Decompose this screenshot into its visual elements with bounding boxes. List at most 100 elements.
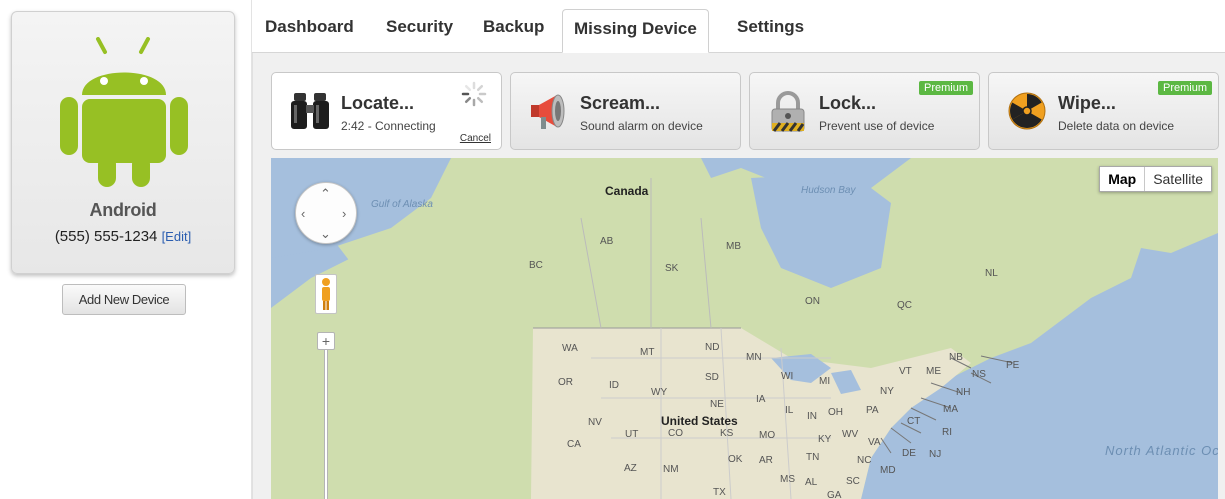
locate-title: Locate... xyxy=(341,93,415,113)
label-state: SC xyxy=(846,476,860,487)
label-state: GA xyxy=(827,490,842,499)
street-view-pegman-icon[interactable] xyxy=(315,274,337,314)
label-state: NV xyxy=(588,417,602,428)
label-state: NM xyxy=(663,464,679,475)
label-state: AL xyxy=(805,477,818,488)
label-state: WA xyxy=(562,343,578,354)
label-state: NL xyxy=(985,268,998,279)
pan-control[interactable]: ⌃ ⌄ ‹ › xyxy=(295,182,357,244)
label-state: KS xyxy=(720,428,734,439)
tab-dashboard[interactable]: Dashboard xyxy=(265,17,354,37)
label-state: NE xyxy=(710,399,724,410)
lock-subtitle: Prevent use of device xyxy=(819,119,935,133)
label-state: KY xyxy=(818,434,832,445)
megaphone-icon xyxy=(531,94,565,129)
tab-missing-device[interactable]: Missing Device xyxy=(562,9,709,53)
device-phone: (555) 555-1234 xyxy=(54,228,158,245)
scream-card[interactable]: Scream... Sound alarm on device xyxy=(510,72,741,150)
locate-status: 2:42 - Connecting xyxy=(341,119,436,133)
label-state: IN xyxy=(807,411,817,422)
wipe-subtitle: Delete data on device xyxy=(1058,119,1175,133)
android-logo-icon xyxy=(60,37,188,187)
label-state: MO xyxy=(759,430,776,441)
label-state: QC xyxy=(897,300,912,311)
label-state: TN xyxy=(806,452,820,463)
label-state: DE xyxy=(902,448,916,459)
tab-settings[interactable]: Settings xyxy=(737,17,804,37)
device-name: Android xyxy=(89,200,157,220)
label-hudson-bay: Hudson Bay xyxy=(801,185,856,196)
label-state: MN xyxy=(746,352,762,363)
pan-down-icon[interactable]: ⌄ xyxy=(320,227,331,240)
locate-card[interactable]: Locate... 2:42 - Connecting Cancel xyxy=(271,72,502,150)
label-state: AB xyxy=(600,236,614,247)
label-state: MA xyxy=(943,404,958,415)
premium-badge: Premium xyxy=(918,81,973,95)
lock-card[interactable]: Lock... Prevent use of device Premium xyxy=(749,72,980,150)
label-state: MB xyxy=(726,241,741,252)
label-state: WY xyxy=(651,387,668,398)
label-state: ND xyxy=(705,342,720,353)
map-type-satellite-button[interactable]: Satellite xyxy=(1145,167,1211,191)
label-united-states: United States xyxy=(661,414,738,428)
label-state: IL xyxy=(785,405,794,416)
device-card[interactable]: Android (555) 555-1234 [Edit] xyxy=(11,11,235,274)
label-state: MT xyxy=(640,347,655,358)
tab-bar: Dashboard Security Backup Missing Device… xyxy=(252,9,1225,54)
tab-backup[interactable]: Backup xyxy=(483,17,544,37)
pan-up-icon[interactable]: ⌃ xyxy=(320,187,331,200)
binoculars-icon xyxy=(291,93,329,129)
label-state: NJ xyxy=(929,449,942,460)
label-state: TX xyxy=(713,487,726,498)
label-state: BC xyxy=(529,260,543,271)
tab-security[interactable]: Security xyxy=(386,17,453,37)
label-gulf-of-alaska: Gulf of Alaska xyxy=(371,199,433,210)
cancel-locate-link[interactable]: Cancel xyxy=(460,133,491,144)
pan-left-icon[interactable]: ‹ xyxy=(301,207,305,220)
pegman-figure-icon xyxy=(322,278,330,310)
label-state: CO xyxy=(668,428,683,439)
label-state: NS xyxy=(972,369,986,380)
label-state: AR xyxy=(759,455,773,466)
label-state: PE xyxy=(1006,360,1020,371)
loading-spinner-icon xyxy=(461,81,487,107)
label-state: RI xyxy=(942,427,952,438)
label-state: OK xyxy=(728,454,743,465)
pan-right-icon[interactable]: › xyxy=(342,207,346,220)
edit-link[interactable]: [Edit] xyxy=(162,229,192,244)
zoom-in-button[interactable]: + xyxy=(317,332,335,350)
label-state: UT xyxy=(625,429,639,440)
label-state: CA xyxy=(567,439,581,450)
premium-badge: Premium xyxy=(1157,81,1212,95)
label-state: AZ xyxy=(624,463,637,474)
label-state: OR xyxy=(558,377,573,388)
zoom-slider-track[interactable] xyxy=(324,350,328,499)
lock-title: Lock... xyxy=(819,93,877,113)
label-state: IA xyxy=(756,394,766,405)
label-state: OH xyxy=(828,407,843,418)
label-state: SK xyxy=(665,263,679,274)
wipe-card[interactable]: Wipe... Delete data on device Premium xyxy=(988,72,1219,150)
label-state: NY xyxy=(880,386,894,397)
label-state: ON xyxy=(805,296,820,307)
label-state: WI xyxy=(781,371,794,382)
label-state: ME xyxy=(926,366,941,377)
label-state: CT xyxy=(907,416,921,427)
radiation-icon xyxy=(1008,92,1046,130)
label-state: VA xyxy=(868,437,881,448)
device-phone-row: (555) 555-1234 [Edit] xyxy=(12,228,234,245)
scream-subtitle: Sound alarm on device xyxy=(580,119,703,133)
label-state: PA xyxy=(866,405,879,416)
padlock-icon xyxy=(771,91,805,132)
label-state: MI xyxy=(819,376,831,387)
map-type-map-button[interactable]: Map xyxy=(1100,167,1146,191)
add-new-device-button[interactable]: Add New Device xyxy=(62,284,186,315)
label-state: WV xyxy=(842,429,859,440)
label-state: ID xyxy=(609,380,619,391)
label-state: MD xyxy=(880,465,896,476)
map-type-control: Map Satellite xyxy=(1099,166,1212,192)
map-view[interactable]: Canada United States Gulf of Alaska Huds… xyxy=(271,158,1218,499)
label-state: NB xyxy=(949,352,963,363)
label-state: VT xyxy=(899,366,912,377)
label-north-atlantic-ocean: North Atlantic Ocean xyxy=(1105,443,1218,458)
